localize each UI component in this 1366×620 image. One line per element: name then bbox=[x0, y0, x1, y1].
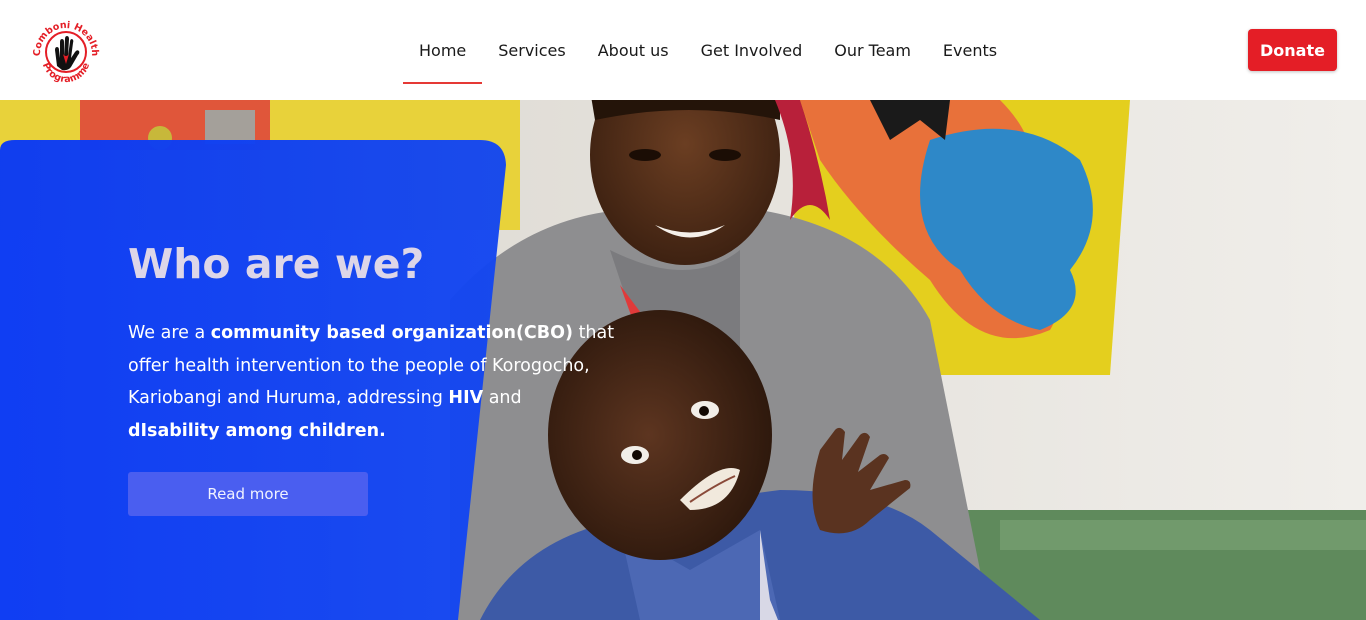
hero-body-bold-cbo: community based organization(CBO) bbox=[210, 323, 573, 344]
hero-content: Who are we? We are a community based org… bbox=[128, 240, 628, 447]
hero-body-bold-disability: dIsability among children. bbox=[128, 420, 386, 441]
nav-services[interactable]: Services bbox=[482, 0, 581, 100]
hero-description: We are a community based organization(CB… bbox=[128, 317, 618, 447]
nav-about-us[interactable]: About us bbox=[582, 0, 685, 100]
hero-body-text-3: and bbox=[483, 388, 522, 409]
site-header: Comboni Health Programme Home Services A… bbox=[0, 0, 1366, 100]
nav-get-involved[interactable]: Get Involved bbox=[685, 0, 819, 100]
hero-body-text-1: We are a bbox=[128, 323, 211, 344]
hand-icon: Comboni Health Programme bbox=[32, 20, 100, 85]
nav-events[interactable]: Events bbox=[927, 0, 1013, 100]
nav-home[interactable]: Home bbox=[403, 0, 483, 100]
nav-our-team[interactable]: Our Team bbox=[818, 0, 927, 100]
hero-title: Who are we? bbox=[128, 240, 425, 288]
hero-section: Who are we? We are a community based org… bbox=[0, 100, 1366, 620]
hero-body-bold-hiv: HIV bbox=[448, 388, 484, 409]
donate-button[interactable]: Donate bbox=[1248, 29, 1337, 71]
comboni-health-logo[interactable]: Comboni Health Programme bbox=[30, 14, 102, 86]
main-nav: Home Services About us Get Involved Our … bbox=[403, 0, 1013, 100]
read-more-button[interactable]: Read more bbox=[128, 472, 368, 516]
